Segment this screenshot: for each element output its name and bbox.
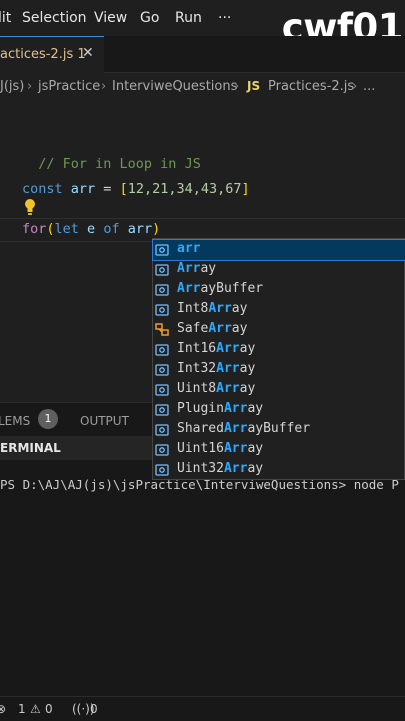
suggestion-item[interactable]: Array xyxy=(153,260,405,280)
suggestion-label: Int16Array xyxy=(177,341,256,356)
suggestion-item[interactable]: SharedArrayBuffer xyxy=(153,420,405,440)
menu-view[interactable]: View xyxy=(94,10,127,26)
suggestion-label: ArrayBuffer xyxy=(177,281,264,296)
suggestion-label: Int32Array xyxy=(177,361,256,376)
bracket-open: [ xyxy=(119,181,128,197)
suggest-widget[interactable]: arr Array ArrayBuffer Int8Array SafeArray Int… xyxy=(152,238,405,480)
suggestion-item[interactable]: PluginArray xyxy=(153,400,405,420)
var-arr: arr xyxy=(70,181,96,197)
variable-icon xyxy=(155,384,169,396)
suggestion-label: Uint8Array xyxy=(177,381,256,396)
suggestion-label: SharedArrayBuffer xyxy=(177,421,311,436)
suggestion-label: Uint32Array xyxy=(177,461,264,476)
suggestion-item[interactable]: arr xyxy=(152,239,405,261)
close-icon[interactable]: ✕ xyxy=(82,45,94,61)
operator-eq: = xyxy=(95,181,120,197)
tab-terminal[interactable]: ERMINAL xyxy=(0,441,61,455)
variable-icon xyxy=(155,404,169,416)
breadcrumb-item[interactable]: J(js) xyxy=(0,79,24,94)
menu-go[interactable]: Go xyxy=(140,10,159,26)
suggestion-item[interactable]: Int32Array xyxy=(153,360,405,380)
variable-icon xyxy=(155,304,169,316)
suggestion-label: SafeArray xyxy=(177,321,248,336)
suggestion-item[interactable]: Uint16Array xyxy=(153,440,405,460)
code-line-comment[interactable]: // For in Loop in JS xyxy=(22,140,201,172)
ports-count[interactable]: 0 xyxy=(90,702,98,716)
paren-open: ( xyxy=(46,221,55,237)
suggestion-item[interactable]: Int8Array xyxy=(153,300,405,320)
breadcrumb-item[interactable]: Practices-2.js xyxy=(268,79,354,94)
chevron-right-icon: › xyxy=(101,79,107,94)
menu-bar: lit Selection View Go Run ··· cwf01 xyxy=(0,0,405,49)
keyword-const: const xyxy=(22,181,63,197)
variable-icon xyxy=(155,444,169,456)
menu-run[interactable]: Run xyxy=(175,10,202,26)
menu-more[interactable]: ··· xyxy=(218,10,231,26)
js-file-icon: JS xyxy=(247,79,261,93)
breadcrumb-item[interactable]: jsPractice xyxy=(38,79,100,94)
code-line-const[interactable]: const arr = [12,21,34,43,67] xyxy=(22,181,250,197)
menu-edit[interactable]: lit xyxy=(0,10,11,26)
suggestion-item[interactable]: ArrayBuffer xyxy=(153,280,405,300)
keyword-let: let xyxy=(54,221,79,237)
tab-label: actices-2.js 1 xyxy=(0,47,86,62)
error-icon[interactable]: ⊗ xyxy=(0,702,6,716)
tab-bar: actices-2.js 1 ✕ xyxy=(0,36,405,73)
error-count[interactable]: 1 xyxy=(18,702,26,716)
chevron-right-icon: › xyxy=(352,79,358,94)
paren-close: ) xyxy=(152,221,161,237)
keyword-of: of xyxy=(103,221,120,237)
warning-count[interactable]: 0 xyxy=(45,702,53,716)
tab-problems[interactable]: LEMS xyxy=(0,414,30,428)
variable-icon xyxy=(155,424,169,436)
class-icon xyxy=(155,323,169,336)
keyword-for: for xyxy=(22,221,47,237)
var-e: e xyxy=(78,221,104,237)
suggestion-item[interactable]: SafeArray xyxy=(153,320,405,340)
variable-icon xyxy=(155,464,169,476)
variable-icon xyxy=(155,344,169,356)
var-arr-ref: arr xyxy=(119,221,153,237)
suggestion-label: Uint16Array xyxy=(177,441,264,456)
lightbulb-icon[interactable] xyxy=(23,198,37,216)
suggestion-label: PluginArray xyxy=(177,401,264,416)
problems-count-badge: 1 xyxy=(38,409,58,429)
variable-icon xyxy=(155,244,169,256)
bracket-close: ] xyxy=(241,181,250,197)
suggestion-item[interactable]: Int16Array xyxy=(153,340,405,360)
suggestion-label: Array xyxy=(177,261,217,276)
array-numbers: 12,21,34,43,67 xyxy=(127,181,242,197)
breadcrumb-item[interactable]: InterviweQuestions xyxy=(112,79,237,94)
variable-icon xyxy=(155,284,169,296)
tab-output[interactable]: OUTPUT xyxy=(80,414,129,428)
code-comment: // For in Loop in JS xyxy=(38,156,201,172)
code-line-for[interactable]: for(let e of arr) xyxy=(22,221,160,237)
suggestion-item[interactable]: Uint32Array xyxy=(153,460,405,480)
breadcrumb-item[interactable]: ... xyxy=(363,79,375,94)
warning-icon[interactable]: ⚠ xyxy=(30,702,41,716)
chevron-right-icon: › xyxy=(27,79,33,94)
breadcrumb: J(js) › jsPractice › InterviweQuestions … xyxy=(0,76,405,98)
menu-selection[interactable]: Selection xyxy=(22,10,87,26)
status-bar: ⊗ 1 ⚠ 0 ((·)) 0 xyxy=(0,696,405,721)
suggestion-item[interactable]: Uint8Array xyxy=(153,380,405,400)
suggestion-label: arr xyxy=(177,241,201,256)
editor-tab[interactable]: actices-2.js 1 ✕ xyxy=(0,36,104,73)
chevron-right-icon: › xyxy=(234,79,240,94)
suggestion-label: Int8Array xyxy=(177,301,248,316)
variable-icon xyxy=(155,364,169,376)
variable-icon xyxy=(155,264,169,276)
